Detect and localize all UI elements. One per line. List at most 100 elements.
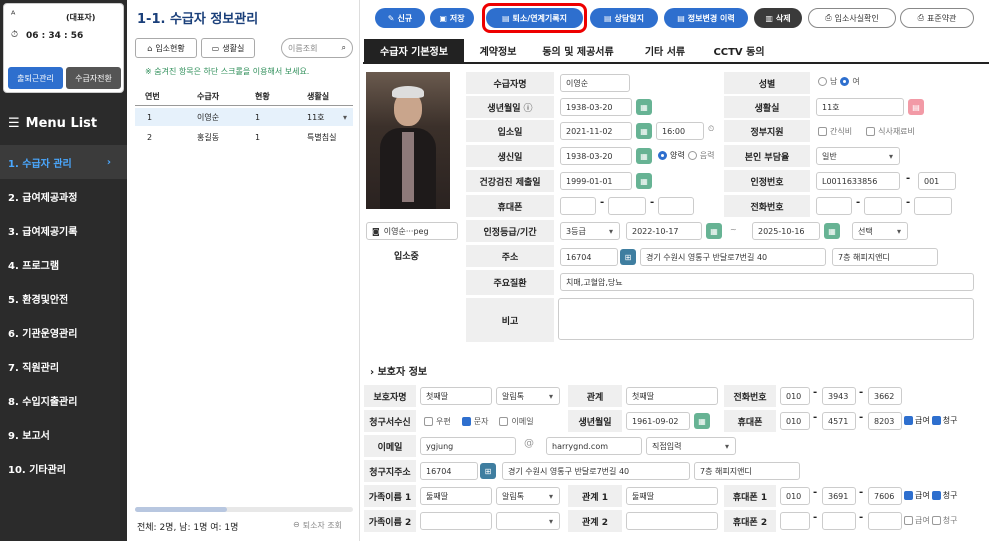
list-item[interactable]: 2 홍길동 1 특별침실: [135, 128, 353, 146]
family2-input[interactable]: [420, 512, 492, 530]
photo-file-input[interactable]: ◙ 이영순···peg: [366, 222, 458, 240]
calendar-icon[interactable]: ▦: [636, 173, 652, 189]
map-icon[interactable]: ⊞: [480, 463, 496, 479]
guardian-notify-select[interactable]: 알림톡: [496, 387, 560, 405]
zip-input[interactable]: 16704: [560, 248, 618, 266]
sidebar-item-etc[interactable]: 10. 기타관리: [0, 451, 127, 485]
room-input[interactable]: 11호: [816, 98, 904, 116]
g-mobile1-input[interactable]: 010: [780, 412, 810, 430]
change-history-button[interactable]: ▤ 정보변경 이력: [664, 8, 748, 28]
family1-notify-checkboxes[interactable]: 급여 청구: [904, 490, 957, 501]
certno-input[interactable]: L0011633856: [816, 172, 900, 190]
name-search-input[interactable]: 이름조회 ⌕: [281, 38, 353, 58]
family2-notify-checkboxes[interactable]: 급여 청구: [904, 515, 957, 526]
grade-select[interactable]: 3등급: [560, 222, 620, 240]
f2-mobile1-input[interactable]: [780, 512, 810, 530]
sidebar-item-program[interactable]: 4. 프로그램: [0, 247, 127, 281]
guardian-notify-checkboxes[interactable]: 급여 청구: [904, 415, 957, 426]
relation2-input[interactable]: [626, 512, 718, 530]
tab-contract[interactable]: 계약정보: [466, 39, 530, 62]
discharged-search-button[interactable]: ⊖ 퇴소자 조회: [293, 520, 342, 531]
f1-mobile1-input[interactable]: 010: [780, 487, 810, 505]
health-input[interactable]: 1999-01-01: [560, 172, 632, 190]
relation1-input[interactable]: 둘째딸: [626, 487, 718, 505]
sidebar-item-report[interactable]: 9. 보고서: [0, 417, 127, 451]
calendar-icon[interactable]: ▦: [694, 413, 710, 429]
bill-receive-checkbox-group[interactable]: 우편 문자 이메일: [424, 416, 534, 427]
gender-radio-group[interactable]: 남여: [818, 76, 860, 87]
mobile2-input[interactable]: [608, 197, 646, 215]
list-item[interactable]: 1 이영순 1 11호: [135, 108, 353, 126]
birthday-input[interactable]: 1938-03-20: [560, 147, 632, 165]
tab-other-docs[interactable]: 기타 서류: [630, 39, 700, 62]
g-phone3-input[interactable]: 3662: [868, 387, 902, 405]
standard-terms-button[interactable]: ⎙ 표준약관: [900, 8, 974, 28]
sidebar-item-staff[interactable]: 7. 직원관리: [0, 349, 127, 383]
new-button[interactable]: ✎ 신규: [375, 8, 425, 28]
bill-address1-input[interactable]: 경기 수원시 영통구 반달로7번길 40: [502, 462, 690, 480]
birth-input[interactable]: 1938-03-20: [560, 98, 632, 116]
family1-notify-select[interactable]: 알림톡: [496, 487, 560, 505]
calendar-icon[interactable]: ▦: [636, 148, 652, 164]
sidebar-item-finance[interactable]: 8. 수입지출관리: [0, 383, 127, 417]
g-phone2-input[interactable]: 3943: [822, 387, 856, 405]
admit-date-input[interactable]: 2021-11-02: [560, 122, 632, 140]
calendar-icon[interactable]: ▦: [824, 223, 840, 239]
phone2-input[interactable]: [864, 197, 902, 215]
calendar-type-radio[interactable]: 양력 음력: [658, 150, 714, 161]
g-phone1-input[interactable]: 010: [780, 387, 810, 405]
disease-input[interactable]: 치매,고혈압,당뇨: [560, 273, 974, 291]
family1-input[interactable]: 둘째딸: [420, 487, 492, 505]
support-checkbox-group[interactable]: 간식비 식사재료비: [818, 126, 915, 137]
room-button[interactable]: ▭ 생활실: [201, 38, 255, 58]
grade-from-input[interactable]: 2022-10-17: [626, 222, 702, 240]
sidebar-item-recipient[interactable]: 1. 수급자 관리 ›: [0, 145, 127, 179]
tab-basic-info[interactable]: 수급자 기본정보: [364, 39, 464, 62]
calendar-icon[interactable]: ▦: [636, 123, 652, 139]
g-mobile2-input[interactable]: 4571: [822, 412, 856, 430]
admission-confirm-button[interactable]: ⎙ 입소사실확인: [808, 8, 896, 28]
certno2-input[interactable]: 001: [918, 172, 956, 190]
family2-notify-select[interactable]: [496, 512, 560, 530]
switch-recipient-button[interactable]: 수급자전환: [66, 67, 121, 89]
clock-icon[interactable]: ⏲: [708, 124, 714, 134]
consult-log-button[interactable]: ▤ 상담일지: [590, 8, 658, 28]
note-textarea[interactable]: [558, 298, 974, 340]
save-button[interactable]: ▣ 저장: [430, 8, 474, 28]
sidebar-item-benefit-record[interactable]: 3. 급여제공기록: [0, 213, 127, 247]
phone3-input[interactable]: [914, 197, 952, 215]
mobile3-input[interactable]: [658, 197, 694, 215]
email-domain-input[interactable]: harrygnd.com: [546, 437, 642, 455]
g-mobile3-input[interactable]: 8203: [868, 412, 902, 430]
f1-mobile2-input[interactable]: 3691: [822, 487, 856, 505]
calendar-icon[interactable]: ▦: [706, 223, 722, 239]
burden-select[interactable]: 일반: [816, 147, 900, 165]
guardian-name-input[interactable]: 첫째딸: [420, 387, 492, 405]
bill-address2-input[interactable]: 7층 해피지앤디: [694, 462, 800, 480]
sidebar-item-benefit-process[interactable]: 2. 급여제공과정: [0, 179, 127, 213]
email-domain-select[interactable]: 직접입력: [646, 437, 736, 455]
attendance-button[interactable]: 출퇴근관리: [8, 67, 63, 89]
address1-input[interactable]: 경기 수원시 영통구 반달로7번길 40: [640, 248, 826, 266]
tab-consent-docs[interactable]: 동의 및 제공서류: [532, 39, 624, 62]
phone1-input[interactable]: [816, 197, 852, 215]
admission-status-button[interactable]: ⌂ 입소현황: [135, 38, 197, 58]
bill-zip-input[interactable]: 16704: [420, 462, 478, 480]
grade-option-select[interactable]: 선택: [852, 222, 908, 240]
tab-cctv[interactable]: CCTV 동의: [704, 39, 774, 62]
f2-mobile2-input[interactable]: [822, 512, 856, 530]
mobile1-input[interactable]: [560, 197, 596, 215]
f1-mobile3-input[interactable]: 7606: [868, 487, 902, 505]
room-picker-icon[interactable]: ▤: [908, 99, 924, 115]
address2-input[interactable]: 7층 해피지앤디: [832, 248, 938, 266]
sidebar-item-safety[interactable]: 5. 환경및안전: [0, 281, 127, 315]
grade-to-input[interactable]: 2025-10-16: [752, 222, 820, 240]
calendar-icon[interactable]: ▦: [636, 99, 652, 115]
guardian-birth-input[interactable]: 1961-09-02: [626, 412, 690, 430]
sidebar-item-operation[interactable]: 6. 기관운영관리: [0, 315, 127, 349]
name-input[interactable]: 이영순: [560, 74, 630, 92]
delete-button[interactable]: ▥ 삭제: [754, 8, 802, 28]
f2-mobile3-input[interactable]: [868, 512, 902, 530]
horizontal-scrollbar[interactable]: [135, 507, 353, 512]
email-id-input[interactable]: ygjung: [420, 437, 516, 455]
